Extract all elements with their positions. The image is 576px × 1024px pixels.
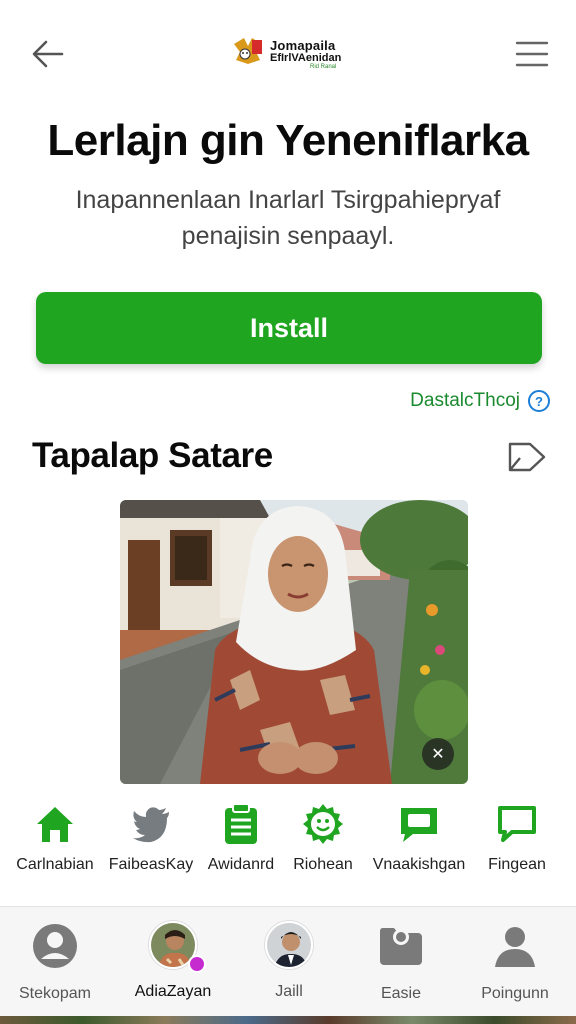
- action-label: Vnaakishgan: [372, 856, 466, 873]
- share-button[interactable]: [506, 440, 548, 474]
- page-subtitle: Inapannenlaan Inarlarl Tsirgpahiepryaf p…: [75, 186, 501, 250]
- logo-line2: EfIrlVAenidan: [270, 52, 342, 64]
- photo-image: [120, 500, 468, 784]
- gear-smile-icon: [303, 804, 343, 844]
- nav-label: Stekopam: [18, 985, 92, 1002]
- nav-item-user-1[interactable]: AdiaZayan: [118, 921, 228, 1001]
- home-icon: [37, 807, 73, 842]
- action-label: Fingean: [488, 856, 546, 873]
- details-link[interactable]: DastalcThcoj ?: [410, 390, 550, 412]
- bird-icon: [133, 807, 169, 843]
- nav-label: AdiaZayan: [134, 983, 212, 1000]
- brand-logo: Jomapaila EfIrlVAenidan Rid Ranal: [230, 34, 360, 74]
- nav-item-profile[interactable]: Stekopam: [0, 921, 110, 1003]
- menu-button[interactable]: [514, 38, 550, 70]
- install-button[interactable]: Install: [36, 292, 542, 364]
- top-bar: Jomapaila EfIrlVAenidan Rid Ranal: [0, 0, 576, 108]
- clipboard-icon: [225, 803, 257, 844]
- logo-line1: Jomapaila: [270, 38, 336, 53]
- thumbnail-strip: [0, 1016, 576, 1024]
- avatar: [265, 921, 313, 969]
- info-icon: ?: [528, 390, 550, 412]
- nav-item-folder[interactable]: Easie: [346, 921, 456, 1003]
- details-link-label: DastalcThcoj: [410, 390, 520, 411]
- section-title: Tapalap Satare: [32, 436, 273, 475]
- chat-icon: [401, 808, 437, 842]
- close-photo-button[interactable]: ✕: [422, 738, 454, 770]
- nav-label: Jaill: [275, 983, 303, 1000]
- emblem-icon: [234, 38, 262, 64]
- nav-label: Easie: [380, 985, 422, 1002]
- action-settings[interactable]: Riohean: [268, 802, 378, 874]
- page-title: Lerlajn gin Yeneniflarka: [47, 116, 529, 165]
- arrow-left-icon: [32, 40, 64, 68]
- action-chat[interactable]: Vnaakishgan: [364, 802, 474, 874]
- profile-icon: [33, 924, 77, 968]
- bookmark-arrow-icon: [508, 442, 546, 472]
- back-button[interactable]: [28, 36, 68, 72]
- nav-item-user-2[interactable]: Jaill: [234, 921, 344, 1001]
- featured-photo[interactable]: ✕: [120, 500, 468, 784]
- folder-icon: [380, 928, 422, 965]
- action-home[interactable]: Carlnabian: [0, 802, 110, 874]
- nav-label: Poingunn: [481, 985, 549, 1002]
- action-message[interactable]: Fingean: [462, 802, 572, 874]
- action-label: Carlnabian: [16, 856, 94, 873]
- nav-item-person[interactable]: Poingunn: [460, 921, 570, 1003]
- close-icon: ✕: [431, 746, 445, 763]
- status-badge: [188, 955, 206, 973]
- logo-line3: Rid Ranal: [310, 64, 337, 70]
- action-label: Riohean: [293, 856, 353, 873]
- chat-outline-icon: [498, 806, 536, 842]
- bottom-nav: Stekopam AdiaZayan Jaill Easie Poingunn: [0, 906, 576, 1016]
- person-icon: [495, 927, 535, 967]
- hamburger-icon: [515, 41, 549, 67]
- action-row: Carlnabian FaibeasKay Awidanrd Riohean V…: [0, 802, 576, 882]
